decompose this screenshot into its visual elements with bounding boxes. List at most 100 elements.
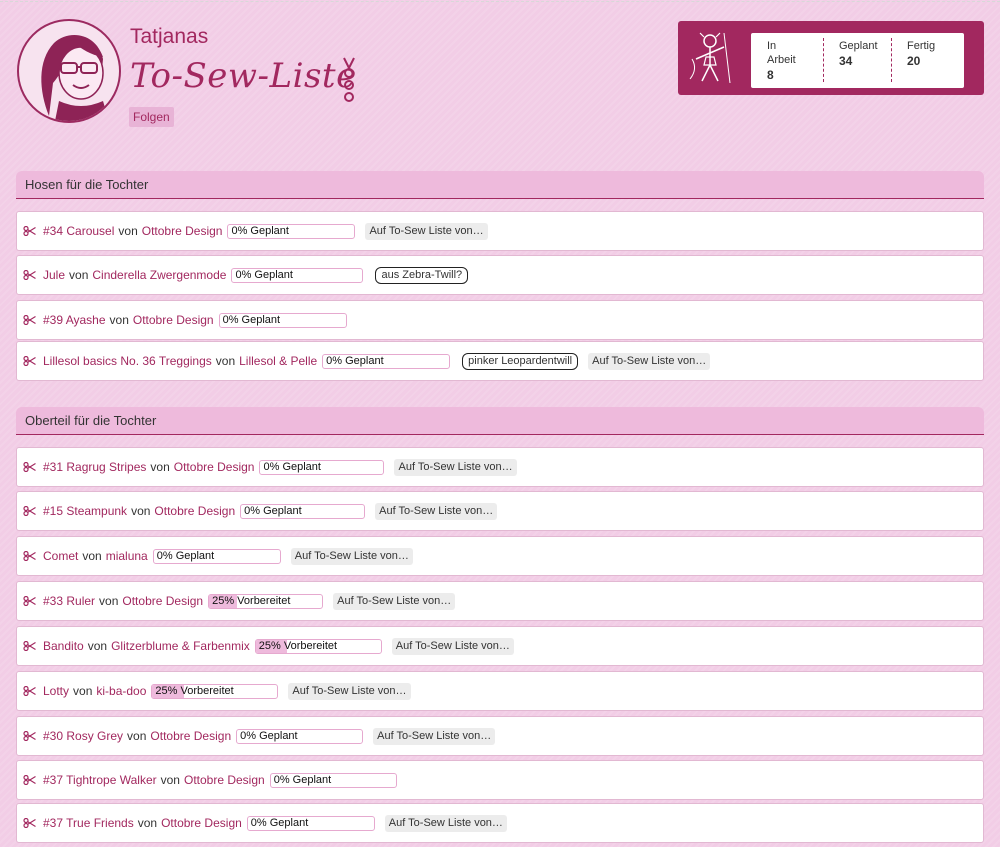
list-item-content: Jule von Cinderella Zwergenmode 0% Geplant a… (23, 256, 469, 294)
list-item[interactable]: #34 Carousel von Ottobre Design 0% Geplant A… (16, 211, 984, 251)
to-sew-list-badge[interactable]: Auf To-Sew Liste von… (394, 458, 517, 476)
pattern-link[interactable]: #30 Rosy Grey (43, 729, 123, 743)
progress-bar: 0% Geplant (246, 815, 375, 831)
designer-link[interactable]: Glitzerblume & Farbenmix (111, 639, 250, 653)
von-label: von (137, 816, 158, 830)
pattern-link[interactable]: #33 Ruler (43, 594, 95, 608)
progress-label: 0% Geplant (156, 549, 215, 562)
pattern-link[interactable]: Jule (43, 268, 65, 282)
von-label: von (99, 594, 119, 608)
designer-link[interactable]: Cinderella Zwergenmode (92, 268, 226, 282)
pattern-link[interactable]: Lillesol basics No. 36 Treggings (43, 354, 212, 368)
to-sew-list-badge[interactable]: Auf To-Sew Liste von… (588, 352, 711, 370)
von-label: von (127, 729, 147, 743)
list-item[interactable]: Comet von mialuna 0% Geplant Auf To-Sew List… (16, 536, 984, 576)
designer-link[interactable]: Ottobre Design (142, 224, 223, 238)
designer-link[interactable]: ki-ba-doo (96, 684, 146, 698)
list-item[interactable]: #37 True Friends von Ottobre Design 0% Gepl… (16, 803, 984, 843)
designer-link[interactable]: Ottobre Design (174, 460, 255, 474)
to-sew-list-badge[interactable]: Auf To-Sew Liste von… (290, 547, 413, 565)
progress-bar: 0% Geplant (231, 267, 364, 283)
progress-label: 0% Geplant (244, 504, 302, 517)
sewing-figure-icon (689, 32, 731, 84)
list-item[interactable]: #31 Ragrug Stripes von Ottobre Design 0% Ge… (16, 447, 984, 487)
designer-link[interactable]: mialuna (106, 549, 148, 563)
scissors-icon (23, 462, 36, 472)
to-sew-list-badge[interactable]: Auf To-Sew Liste von… (333, 592, 456, 610)
von-label: von (150, 460, 170, 474)
designer-link[interactable]: Lillesol & Pelle (239, 354, 317, 368)
von-label: von (160, 773, 180, 787)
designer-link[interactable]: Ottobre Design (184, 773, 265, 787)
von-label: von (69, 268, 89, 282)
designer-link[interactable]: Ottobre Design (154, 504, 235, 518)
list-item-content: #39 Ayashe von Ottobre Design 0% Geplant (23, 301, 347, 339)
pattern-link[interactable]: Lotty (43, 684, 69, 698)
progress-bar: 0% Geplant (259, 459, 385, 475)
stat-in-arbeit[interactable]: In Arbeit 8 (751, 33, 823, 88)
scissors-icon (23, 315, 36, 325)
list-item-content: #31 Ragrug Stripes von Ottobre Design 0% Ge… (23, 448, 517, 486)
pattern-link[interactable]: #31 Ragrug Stripes (43, 460, 146, 474)
to-sew-list-badge[interactable]: Auf To-Sew Liste von… (391, 637, 514, 655)
stat-geplant[interactable]: Geplant 34 (823, 33, 891, 88)
page-subtitle: Tatjanas (130, 25, 209, 48)
to-sew-list-badge[interactable]: Auf To-Sew Liste von… (375, 502, 498, 520)
progress-bar: 25% Vorbereitet (208, 593, 324, 609)
list-item[interactable]: #33 Ruler von Ottobre Design 25% Vorbereite… (16, 581, 984, 621)
follow-button[interactable]: Folgen (129, 107, 174, 127)
von-label: von (215, 354, 236, 368)
stat-value: 34 (839, 54, 853, 68)
von-label: von (82, 549, 102, 563)
scissors-icon (23, 551, 36, 561)
top-dashed-border (0, 1, 1000, 2)
avatar[interactable] (17, 19, 121, 123)
list-item-content: #33 Ruler von Ottobre Design 25% Vorbereite… (23, 582, 456, 620)
progress-bar: 0% Geplant (236, 728, 364, 744)
list-item[interactable]: #15 Steampunk von Ottobre Design 0% Geplant… (16, 491, 984, 531)
list-item-content: Lotty von ki-ba-doo 25% Vorbereitet Auf To-S… (23, 672, 411, 710)
to-sew-list-badge[interactable]: Auf To-Sew Liste von… (384, 814, 507, 832)
designer-link[interactable]: Ottobre Design (133, 313, 214, 327)
pattern-link[interactable]: #15 Steampunk (43, 504, 127, 518)
to-sew-list-badge[interactable]: Auf To-Sew Liste von… (373, 727, 496, 745)
stat-fertig[interactable]: Fertig 20 (891, 33, 964, 88)
progress-label: 25% Vorbereitet (258, 639, 338, 652)
scissors-icon (23, 596, 36, 606)
progress-bar: 0% Geplant (152, 548, 281, 564)
list-item[interactable]: #30 Rosy Grey von Ottobre Design 0% Geplant… (16, 716, 984, 756)
list-item-content: #37 Tightrope Walker von Ottobre Design 0% … (23, 761, 397, 799)
list-item-content: Lillesol basics No. 36 Treggings von Lille… (23, 342, 711, 380)
progress-label: 0% Geplant (240, 729, 298, 742)
to-sew-list-badge[interactable]: Auf To-Sew Liste von… (288, 682, 411, 700)
list-item-content: Comet von mialuna 0% Geplant Auf To-Sew List… (23, 537, 413, 575)
pattern-link[interactable]: #34 Carousel (43, 224, 114, 238)
progress-label: 0% Geplant (250, 816, 309, 829)
von-label: von (118, 224, 138, 238)
pattern-link[interactable]: Bandito (43, 639, 84, 653)
section-title[interactable]: Oberteil für die Tochter (16, 407, 984, 435)
pattern-link[interactable]: #37 Tightrope Walker (43, 773, 157, 787)
pattern-link[interactable]: #37 True Friends (43, 816, 134, 830)
list-item[interactable]: Lillesol basics No. 36 Treggings von Lille… (16, 341, 984, 381)
page-title: To-Sew-Liste (130, 56, 357, 96)
scissors-icon (23, 270, 36, 280)
to-sew-list-badge[interactable]: Auf To-Sew Liste von… (365, 222, 488, 240)
section-title[interactable]: Hosen für die Tochter (16, 171, 984, 199)
list-item[interactable]: Bandito von Glitzerblume & Farbenmix 25% Vo… (16, 626, 984, 666)
section: Oberteil für die Tochter #31 Ragrug Strip… (16, 407, 984, 843)
list-item[interactable]: Jule von Cinderella Zwergenmode 0% Geplant a… (16, 255, 984, 295)
list-item-content: #15 Steampunk von Ottobre Design 0% Geplant… (23, 492, 498, 530)
list-item[interactable]: #39 Ayashe von Ottobre Design 0% Geplant (16, 300, 984, 340)
designer-link[interactable]: Ottobre Design (122, 594, 203, 608)
designer-link[interactable]: Ottobre Design (150, 729, 231, 743)
stats-box: In Arbeit 8 Geplant 34 Fertig 20 (751, 33, 964, 88)
list-item[interactable]: #37 Tightrope Walker von Ottobre Design 0% … (16, 760, 984, 800)
pattern-link[interactable]: #39 Ayashe (43, 313, 106, 327)
stat-label: Fertig (907, 40, 936, 52)
designer-link[interactable]: Ottobre Design (161, 816, 242, 830)
progress-bar: 0% Geplant (322, 353, 451, 369)
pattern-link[interactable]: Comet (43, 549, 78, 563)
stat-label: Geplant (839, 40, 878, 52)
list-item[interactable]: Lotty von ki-ba-doo 25% Vorbereitet Auf To-S… (16, 671, 984, 711)
